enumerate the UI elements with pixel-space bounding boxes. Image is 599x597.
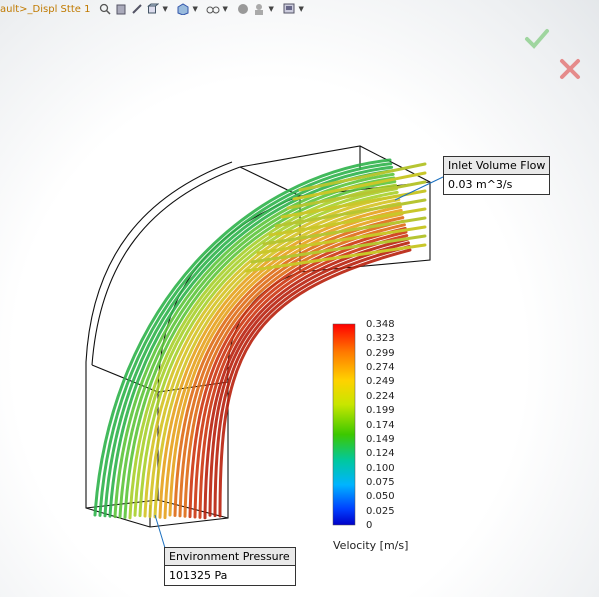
legend-tick-label: 0 (366, 520, 373, 531)
legend-tick-label: 0.149 (366, 433, 395, 445)
legend-ticks: 0.348 0.323 0.299 0.274 0.249 0.224 0.199 0.174… (366, 320, 406, 532)
inlet-callout[interactable]: Inlet Volume Flow 0.03 m^3/s (443, 156, 550, 195)
legend-color-bar (332, 323, 356, 526)
legend-tick-label: 0.050 (366, 491, 395, 503)
legend-tick-label: 0.224 (366, 390, 395, 402)
flow-trajectories-view[interactable] (0, 0, 599, 597)
legend-tick-label: 0.124 (366, 448, 395, 460)
legend-tick-label: 0.199 (366, 405, 395, 417)
legend-tick-label: 0.249 (366, 376, 395, 388)
inlet-callout-value: 0.03 m^3/s (448, 178, 513, 191)
legend-tick-label: 0.075 (366, 476, 395, 488)
outlet-callout-value: 101325 Pa (169, 569, 228, 582)
legend-tick-label: 0.025 (366, 505, 395, 517)
legend-tick-label: 0.323 (366, 333, 395, 345)
inlet-callout-title: Inlet Volume Flow (444, 157, 549, 175)
legend-tick-label: 0.299 (366, 347, 395, 359)
legend-tick-label: 0.174 (366, 419, 395, 431)
legend-tick-label: 0.348 (366, 319, 395, 330)
legend-title: Velocity [m/s] (333, 539, 409, 552)
outlet-callout-title: Environment Pressure (165, 548, 295, 566)
outlet-callout[interactable]: Environment Pressure 101325 Pa (164, 547, 296, 586)
legend-tick-label: 0.100 (366, 462, 395, 474)
legend-tick-label: 0.274 (366, 362, 395, 374)
